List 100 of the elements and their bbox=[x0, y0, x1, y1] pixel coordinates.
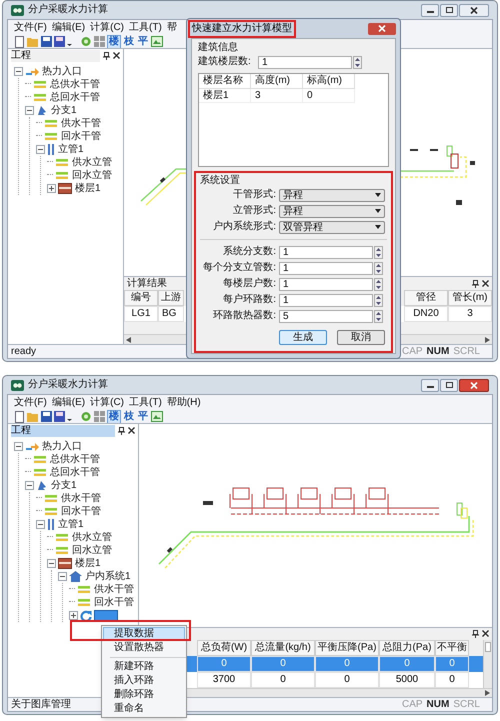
number-field[interactable]: 1 bbox=[279, 278, 373, 290]
number-field[interactable]: 1 bbox=[279, 262, 373, 274]
menu-item[interactable]: 帮助(H) bbox=[166, 396, 201, 408]
collapse-toggle[interactable] bbox=[47, 559, 56, 568]
menu-item[interactable]: 计算(C) bbox=[90, 22, 124, 34]
tree-item[interactable]: 总供水干管 bbox=[49, 78, 101, 90]
close-button[interactable] bbox=[459, 378, 489, 392]
spinner-arrows-icon[interactable] bbox=[374, 310, 383, 322]
menu-item[interactable]: 编辑(E) bbox=[52, 22, 86, 34]
toolbar-glyph-button[interactable]: 楼 bbox=[107, 410, 121, 424]
tree-item[interactable]: 总供水干管 bbox=[49, 454, 101, 466]
tree-item[interactable]: 供水立管 bbox=[71, 156, 113, 168]
collapse-toggle[interactable] bbox=[25, 106, 34, 115]
toolbar-glyph-button[interactable]: 枝 bbox=[123, 410, 135, 422]
collapse-toggle[interactable] bbox=[14, 442, 23, 451]
tree-item[interactable]: 立管1 bbox=[57, 144, 85, 156]
save-as-icon[interactable] bbox=[54, 36, 65, 47]
tree-item[interactable]: 回水立管 bbox=[71, 544, 113, 556]
tree-item[interactable]: 楼层1 bbox=[74, 558, 102, 570]
column-header: 总流量(kg/h) bbox=[251, 640, 315, 656]
close-icon[interactable] bbox=[128, 427, 135, 434]
collapse-toggle[interactable] bbox=[25, 481, 34, 490]
image-icon[interactable] bbox=[151, 36, 163, 47]
pin-icon[interactable] bbox=[472, 630, 479, 638]
tree-item[interactable]: 楼层1 bbox=[74, 182, 102, 194]
menu-item[interactable]: 重命名 bbox=[103, 702, 185, 716]
grid-icon[interactable] bbox=[94, 36, 105, 47]
toolbar-glyph-button[interactable]: 平 bbox=[137, 36, 149, 48]
collapse-toggle[interactable] bbox=[36, 145, 45, 154]
spinner-arrows-icon[interactable] bbox=[374, 246, 383, 258]
tree-item[interactable]: 热力入口 bbox=[41, 66, 83, 78]
dialog-button[interactable]: 生成 bbox=[279, 330, 327, 345]
save-as-icon[interactable] bbox=[54, 411, 65, 422]
number-field[interactable]: 1 bbox=[279, 294, 373, 306]
tree-item[interactable]: 分支1 bbox=[50, 104, 78, 116]
caret-icon bbox=[375, 193, 381, 197]
tree-item[interactable]: 供水干管 bbox=[93, 584, 135, 596]
expand-toggle[interactable] bbox=[69, 611, 78, 620]
scroll-right-icon[interactable] bbox=[485, 336, 490, 342]
tree-item[interactable]: 总回水干管 bbox=[49, 466, 101, 478]
close-icon[interactable] bbox=[482, 280, 489, 287]
menu-item[interactable]: 帮 bbox=[166, 22, 177, 34]
menu-item[interactable]: 计算(C) bbox=[90, 396, 124, 408]
close-button[interactable] bbox=[459, 4, 489, 16]
maximize-button[interactable] bbox=[440, 4, 458, 16]
pin-icon[interactable] bbox=[103, 52, 110, 60]
dialog-button[interactable]: 取消 bbox=[337, 330, 385, 345]
toolbar-glyph-button[interactable]: 平 bbox=[137, 410, 149, 422]
spinner-arrows-icon[interactable] bbox=[374, 278, 383, 290]
tree-item[interactable]: 总回水干管 bbox=[49, 92, 101, 104]
tree-item[interactable]: 分支1 bbox=[50, 480, 78, 492]
tree-item[interactable]: 供水干管 bbox=[60, 492, 102, 504]
number-field[interactable]: 1 bbox=[258, 56, 352, 68]
tree-item[interactable]: 回水干管 bbox=[60, 130, 102, 142]
menu-item[interactable]: 删除环路 bbox=[103, 688, 185, 702]
collapse-toggle[interactable] bbox=[36, 520, 45, 529]
vertical-scrollbar[interactable] bbox=[483, 640, 492, 688]
maximize-button[interactable] bbox=[440, 378, 458, 392]
tree-item[interactable]: 热力入口 bbox=[41, 440, 83, 452]
toolbar-glyph-button[interactable]: 楼 bbox=[107, 34, 121, 48]
pin-icon[interactable] bbox=[472, 280, 479, 288]
minimize-button[interactable] bbox=[421, 378, 439, 392]
menu-item[interactable]: 文件(F) bbox=[14, 396, 47, 408]
spinner-arrows-icon[interactable] bbox=[353, 56, 362, 68]
number-field[interactable]: 1 bbox=[279, 246, 373, 258]
menu-item[interactable]: 设置散热器 bbox=[103, 641, 185, 655]
tree-item[interactable]: 立管1 bbox=[57, 518, 85, 530]
spinner-arrows-icon[interactable] bbox=[374, 294, 383, 306]
dropdown[interactable]: 异程 bbox=[279, 204, 385, 218]
menu-item[interactable]: 工具(T) bbox=[129, 396, 162, 408]
collapse-toggle[interactable] bbox=[14, 67, 23, 76]
tree-item[interactable]: 回水干管 bbox=[93, 596, 135, 608]
new-file-icon[interactable] bbox=[14, 410, 25, 422]
menu-item[interactable]: 工具(T) bbox=[129, 22, 162, 34]
new-file-icon[interactable] bbox=[14, 36, 25, 48]
menu-item[interactable]: 文件(F) bbox=[14, 22, 47, 34]
dropdown[interactable]: 双管异程 bbox=[279, 220, 385, 234]
expand-toggle[interactable] bbox=[47, 184, 56, 193]
tree-item[interactable]: 供水立管 bbox=[71, 532, 113, 544]
minimize-button[interactable] bbox=[421, 4, 439, 16]
tree-item[interactable]: 回水立管 bbox=[71, 170, 113, 182]
number-field[interactable]: 5 bbox=[279, 310, 373, 322]
tree-item[interactable]: 供水干管 bbox=[60, 118, 102, 130]
toolbar-glyph-button[interactable]: 枝 bbox=[123, 36, 135, 48]
tree-item[interactable]: 户内系统1 bbox=[84, 570, 132, 582]
scroll-right-icon[interactable] bbox=[485, 690, 490, 696]
pin-icon[interactable] bbox=[118, 426, 125, 434]
image-icon[interactable] bbox=[151, 411, 163, 422]
grid-icon[interactable] bbox=[94, 411, 105, 422]
dropdown[interactable]: 异程 bbox=[279, 188, 385, 202]
close-icon[interactable] bbox=[113, 52, 120, 59]
scroll-left-icon[interactable] bbox=[126, 336, 131, 342]
close-button[interactable] bbox=[368, 22, 396, 34]
tree-item[interactable]: 回水干管 bbox=[60, 506, 102, 518]
collapse-toggle[interactable] bbox=[58, 572, 67, 581]
spinner-arrows-icon[interactable] bbox=[374, 262, 383, 274]
save-icon[interactable] bbox=[41, 411, 52, 422]
save-icon[interactable] bbox=[41, 36, 52, 47]
close-icon[interactable] bbox=[482, 630, 489, 638]
menu-item[interactable]: 编辑(E) bbox=[52, 396, 86, 408]
